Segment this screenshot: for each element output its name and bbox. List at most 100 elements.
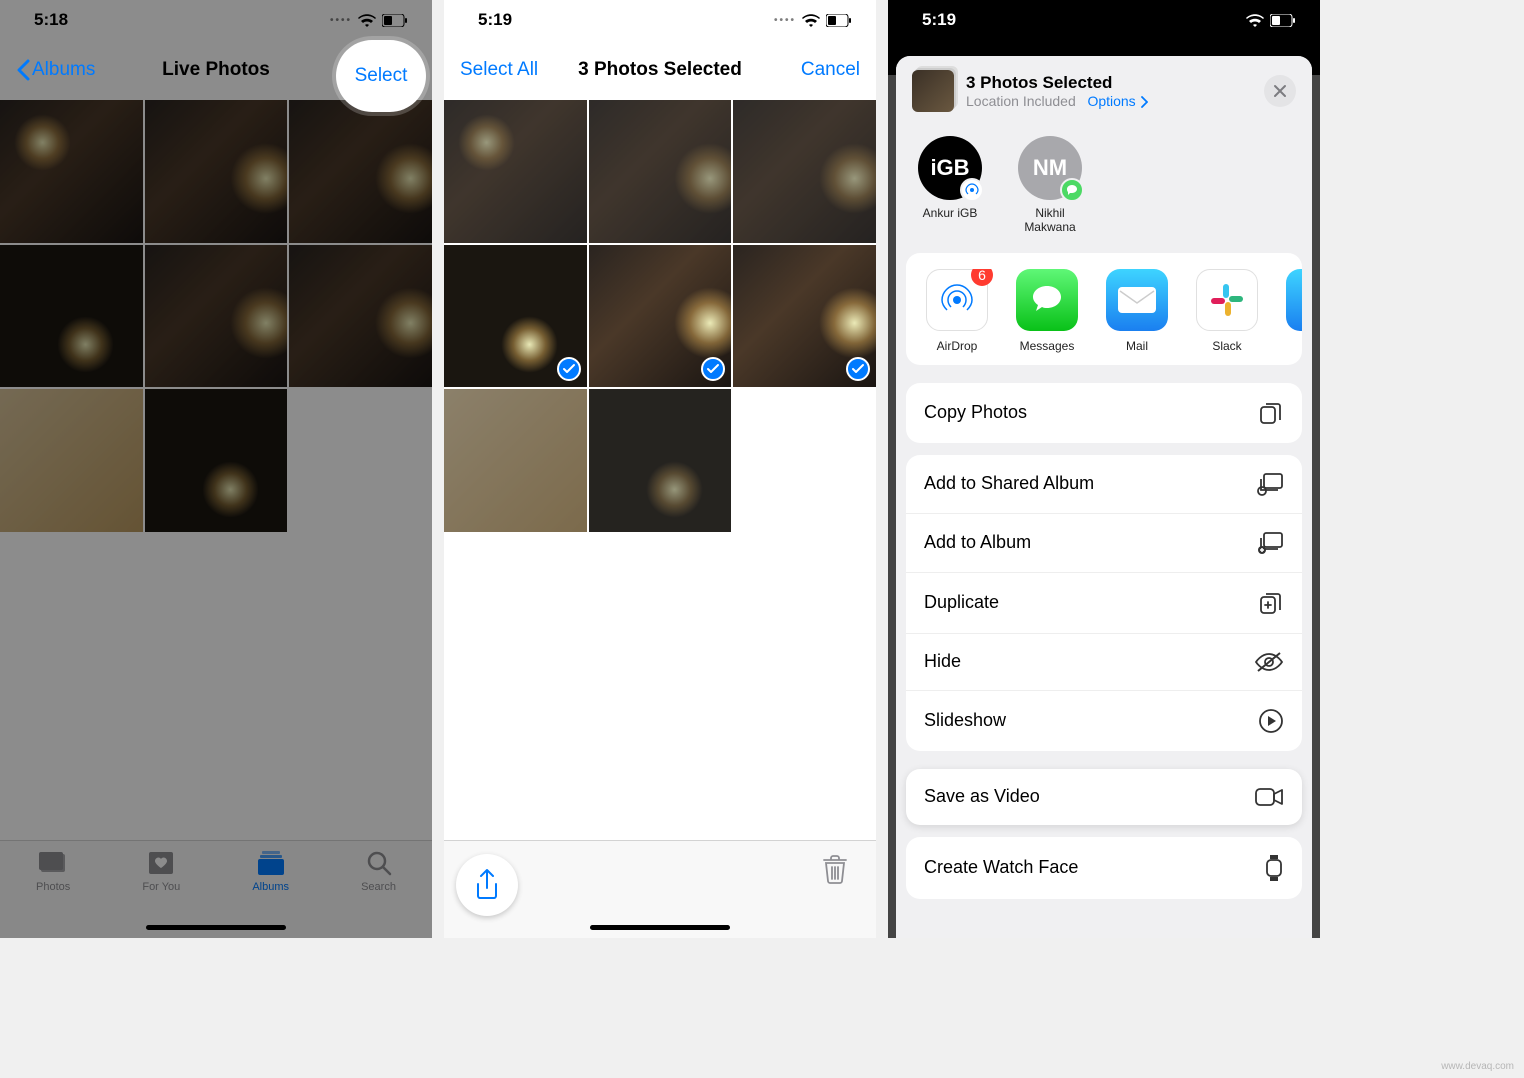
delete-button[interactable] xyxy=(822,855,848,890)
photo-thumb[interactable] xyxy=(289,100,432,243)
status-time: 5:19 xyxy=(922,10,956,30)
sheet-title: 3 Photos Selected xyxy=(966,73,1252,93)
wifi-icon xyxy=(1246,10,1264,30)
watch-icon xyxy=(1264,854,1284,882)
phone-screen-2: 5:19 •••• Select All 3 Photos Selected C… xyxy=(444,0,876,938)
mail-icon xyxy=(1106,269,1168,331)
sheet-header: 3 Photos Selected Location Included Opti… xyxy=(896,56,1312,126)
eye-slash-icon xyxy=(1254,651,1284,673)
select-all-button[interactable]: Select All xyxy=(460,59,538,81)
home-indicator[interactable] xyxy=(590,925,730,930)
cancel-button[interactable]: Cancel xyxy=(801,59,860,81)
slack-icon xyxy=(1196,269,1258,331)
sheet-thumbnail xyxy=(912,70,954,112)
action-copy-photos[interactable]: Copy Photos xyxy=(906,383,1302,443)
status-bar: 5:19 •••• xyxy=(444,0,876,40)
action-group: Create Watch Face xyxy=(906,837,1302,899)
phone-screen-1: 5:18 •••• Albums Live Photos Select xyxy=(0,0,432,938)
app-slack[interactable]: Slack xyxy=(1194,269,1260,353)
photo-thumb-selected[interactable] xyxy=(444,245,587,388)
options-link[interactable]: Options xyxy=(1087,93,1147,109)
status-time: 5:19 xyxy=(478,10,512,30)
photo-grid xyxy=(0,100,432,532)
sheet-header-text: 3 Photos Selected Location Included Opti… xyxy=(966,73,1252,109)
tab-photos[interactable]: Photos xyxy=(36,849,70,938)
copy-icon xyxy=(1258,400,1284,426)
album-icon xyxy=(1256,531,1284,555)
photo-thumb[interactable] xyxy=(589,389,732,532)
tab-bar: Photos For You Albums Search xyxy=(0,840,432,938)
battery-icon xyxy=(1270,10,1296,30)
photo-thumb[interactable] xyxy=(289,245,432,388)
airdrop-icon: 6 xyxy=(926,269,988,331)
sheet-subtitle: Location Included Options xyxy=(966,93,1252,109)
photo-thumb[interactable] xyxy=(444,100,587,243)
video-icon xyxy=(1254,786,1284,808)
action-slideshow[interactable]: Slideshow xyxy=(906,691,1302,751)
status-bar: 5:18 •••• xyxy=(0,0,432,40)
avatar: NM xyxy=(1018,136,1082,200)
phone-screen-3: 5:19 3 Photos Selected Location Included… xyxy=(888,0,1320,938)
check-icon xyxy=(557,357,581,381)
airdrop-badge-icon xyxy=(960,178,984,202)
photo-grid xyxy=(444,100,876,532)
apps-row: 6 AirDrop Messages Mail xyxy=(906,253,1302,365)
nav-bar: Select All 3 Photos Selected Cancel xyxy=(444,40,876,100)
status-icons: •••• xyxy=(330,10,408,30)
share-button[interactable] xyxy=(456,854,518,916)
action-duplicate[interactable]: Duplicate xyxy=(906,573,1302,634)
messages-icon xyxy=(1016,269,1078,331)
photo-thumb[interactable] xyxy=(145,389,288,532)
status-time: 5:18 xyxy=(34,10,68,30)
cellular-icon: •••• xyxy=(330,15,352,26)
contact-item[interactable]: NM Nikhil Makwana xyxy=(1014,136,1086,235)
status-icons: •••• xyxy=(774,10,852,30)
nav-title: Live Photos xyxy=(162,59,270,81)
shared-album-icon xyxy=(1256,472,1284,496)
app-messages[interactable]: Messages xyxy=(1014,269,1080,353)
action-add-shared-album[interactable]: Add to Shared Album xyxy=(906,455,1302,514)
close-button[interactable] xyxy=(1264,75,1296,107)
wifi-icon xyxy=(358,10,376,30)
action-create-watch-face[interactable]: Create Watch Face xyxy=(906,837,1302,899)
back-label: Albums xyxy=(32,59,95,81)
wifi-icon xyxy=(802,10,820,30)
action-group: Add to Shared Album Add to Album Duplica… xyxy=(906,455,1302,751)
cellular-icon: •••• xyxy=(774,15,796,26)
messages-badge-icon xyxy=(1060,178,1084,202)
photo-thumb-selected[interactable] xyxy=(733,245,876,388)
photo-thumb[interactable] xyxy=(0,389,143,532)
back-button[interactable]: Albums xyxy=(16,59,95,81)
home-indicator[interactable] xyxy=(146,925,286,930)
check-icon xyxy=(701,357,725,381)
battery-icon xyxy=(826,10,852,30)
share-sheet: 3 Photos Selected Location Included Opti… xyxy=(896,56,1312,938)
action-save-as-video[interactable]: Save as Video xyxy=(906,769,1302,825)
app-mail[interactable]: Mail xyxy=(1104,269,1170,353)
photo-thumb[interactable] xyxy=(444,389,587,532)
contact-item[interactable]: iGB Ankur iGB xyxy=(914,136,986,235)
action-hide[interactable]: Hide xyxy=(906,634,1302,691)
contact-name: Nikhil Makwana xyxy=(1014,206,1086,235)
photo-thumb[interactable] xyxy=(145,100,288,243)
contacts-row: iGB Ankur iGB NM Nikhil Makwana xyxy=(896,126,1312,253)
nav-title: 3 Photos Selected xyxy=(578,59,742,81)
contact-name: Ankur iGB xyxy=(923,206,978,220)
avatar: iGB xyxy=(918,136,982,200)
app-more[interactable] xyxy=(1284,269,1302,353)
action-group-highlighted: Save as Video xyxy=(906,769,1302,825)
photo-thumb-selected[interactable] xyxy=(589,245,732,388)
check-icon xyxy=(846,357,870,381)
badge-count: 6 xyxy=(971,269,993,286)
photo-thumb[interactable] xyxy=(0,245,143,388)
status-icons xyxy=(1246,10,1296,30)
photo-thumb[interactable] xyxy=(0,100,143,243)
action-add-album[interactable]: Add to Album xyxy=(906,514,1302,573)
photo-thumb[interactable] xyxy=(733,100,876,243)
app-airdrop[interactable]: 6 AirDrop xyxy=(924,269,990,353)
photo-thumb[interactable] xyxy=(589,100,732,243)
play-circle-icon xyxy=(1258,708,1284,734)
tab-search[interactable]: Search xyxy=(361,849,396,938)
photo-thumb[interactable] xyxy=(145,245,288,388)
watermark: www.devaq.com xyxy=(1441,1061,1514,1072)
